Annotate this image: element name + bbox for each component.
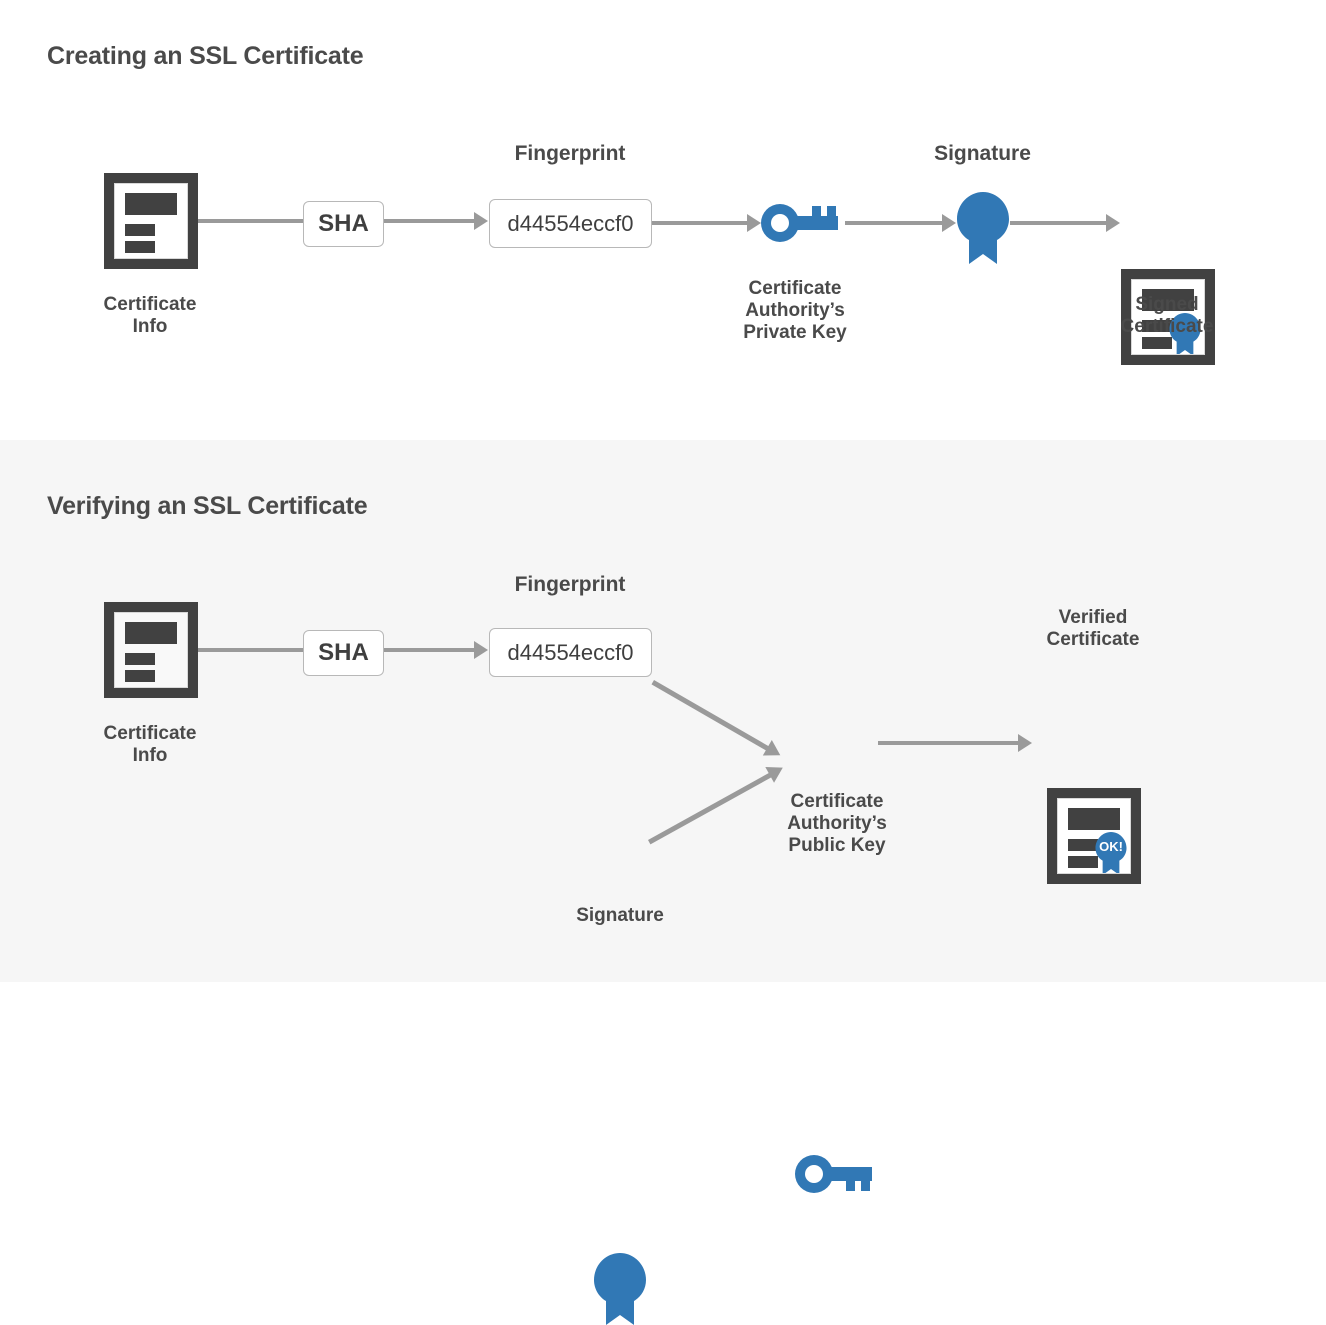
certificate-info-icon-verify: [104, 602, 198, 698]
verified-badge-ok-text: OK!: [1099, 839, 1123, 854]
arrowhead-private-key-to-signature: [942, 214, 956, 232]
sha-box: SHA: [303, 201, 384, 247]
ca-public-key-label: Certificate Authority’s Public Key: [787, 791, 887, 857]
connector-fingerprint-to-private-key: [652, 221, 747, 225]
section-verifying-ssl-certificate: Verifying an SSL Certificate Certificate…: [0, 440, 1326, 1325]
arrowhead-public-key-to-verified-certificate: [1018, 734, 1032, 752]
connector-cert-to-sha: [198, 219, 303, 223]
certificate-info-icon: [104, 173, 198, 269]
verified-certificate-icon: OK!: [1047, 788, 1141, 884]
connector-signature-to-signed-certificate: [1010, 221, 1106, 225]
connector-sha-to-fingerprint-verify: [384, 648, 474, 652]
sha-box-verify: SHA: [303, 630, 384, 676]
arrowhead-signature-to-signed-certificate: [1106, 214, 1120, 232]
fingerprint-box: d44554eccf0: [489, 199, 652, 248]
fingerprint-title-verify: Fingerprint: [514, 573, 626, 596]
certificate-info-label-verify: Certificate Info: [103, 723, 197, 767]
signature-badge-icon-verify: [594, 1253, 646, 1325]
ca-private-key-label: Certificate Authority’s Private Key: [743, 278, 847, 344]
section-creating-ssl-certificate: Creating an SSL Certificate Certificate …: [0, 0, 1326, 440]
signature-title-creating: Signature: [934, 142, 1031, 165]
page-title-verifying: Verifying an SSL Certificate: [47, 492, 368, 520]
verified-certificate-label: Verified Certificate: [1046, 607, 1140, 651]
ca-private-key-icon: [760, 203, 838, 243]
fingerprint-box-verify: d44554eccf0: [489, 628, 652, 677]
connector-public-key-to-verified-certificate: [878, 741, 1018, 745]
signature-badge-icon: [957, 192, 1009, 264]
arrowhead-sha-to-fingerprint-verify: [474, 641, 488, 659]
ca-public-key-icon: [794, 1154, 872, 1194]
arrowhead-fingerprint-to-private-key: [747, 214, 761, 232]
connector-sha-to-fingerprint: [384, 219, 474, 223]
certificate-info-label: Certificate Info: [103, 294, 197, 338]
connector-private-key-to-signature: [845, 221, 942, 225]
signed-certificate-label: Signed Certificate: [1120, 294, 1214, 338]
page-title-creating: Creating an SSL Certificate: [47, 42, 364, 70]
arrowhead-sha-to-fingerprint: [474, 212, 488, 230]
signature-label-verify: Signature: [576, 905, 664, 926]
connector-cert-to-sha-verify: [198, 648, 303, 652]
fingerprint-title: Fingerprint: [514, 142, 626, 165]
